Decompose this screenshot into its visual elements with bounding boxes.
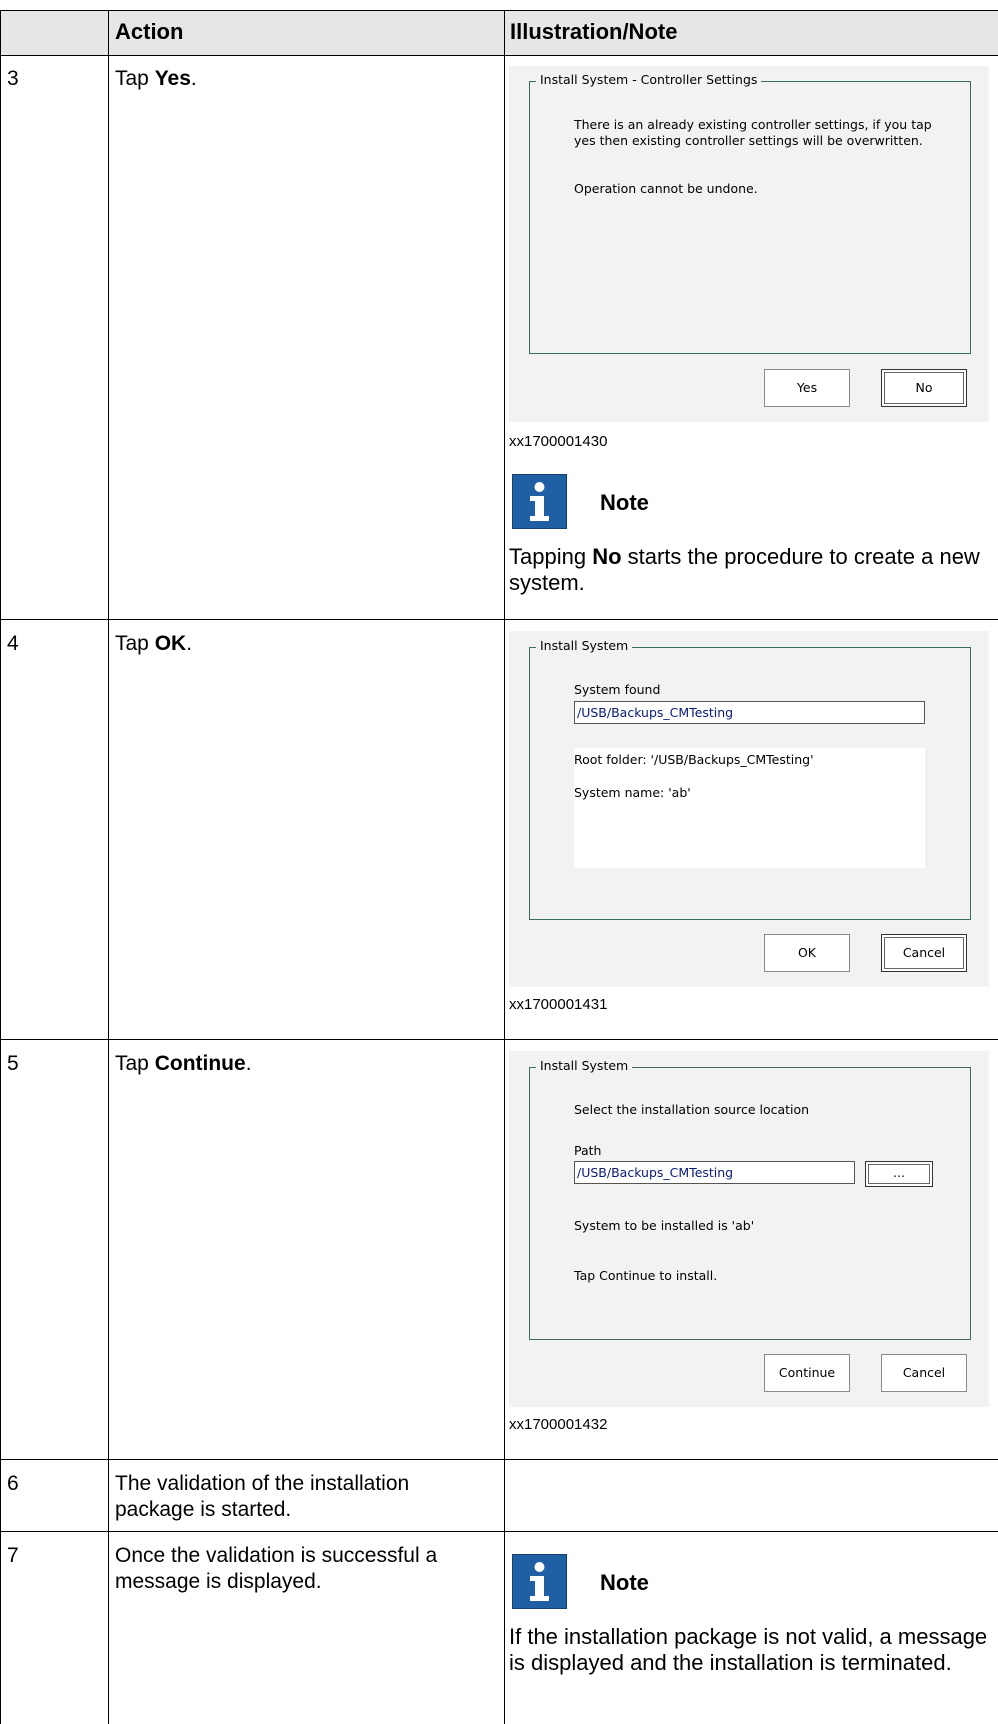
dialog-install-system-source: Install System Select the installation s… <box>509 1051 989 1407</box>
table-border <box>0 55 998 56</box>
no-button[interactable]: No <box>881 369 967 407</box>
dialog-install-system-found: Install System System found /USB/Backups… <box>509 631 989 987</box>
path-field[interactable]: /USB/Backups_CMTesting <box>574 1161 855 1184</box>
dialog-title: Install System - Controller Settings <box>536 72 762 87</box>
cancel-button[interactable]: Cancel <box>881 1354 967 1392</box>
figure-caption: xx1700001432 <box>509 1416 608 1433</box>
step-action-line: Once the validation is successful a <box>115 1544 438 1567</box>
ok-button[interactable]: OK <box>764 934 850 972</box>
path-label: Path <box>574 1143 602 1158</box>
info-icon <box>512 474 567 529</box>
note-title: Note <box>600 490 649 515</box>
dialog-message: There is an already existing controller … <box>574 117 932 132</box>
step-action-line: The validation of the installation <box>115 1472 410 1495</box>
system-name-text: System name: 'ab' <box>574 785 691 800</box>
figure-caption: xx1700001431 <box>509 996 608 1013</box>
step-action-line: message is displayed. <box>115 1570 322 1593</box>
browse-button[interactable]: ... <box>865 1161 933 1187</box>
note-title: Note <box>600 1570 649 1595</box>
step-action: Tap Continue. <box>115 1052 252 1075</box>
system-path-field[interactable]: /USB/Backups_CMTesting <box>574 701 925 724</box>
dialog-message: yes then existing controller settings wi… <box>574 133 923 148</box>
step-action-line: package is started. <box>115 1498 292 1521</box>
dialog-title: Install System <box>536 638 633 653</box>
step-number: 6 <box>7 1472 19 1495</box>
figure-caption: xx1700001430 <box>509 433 608 450</box>
table-border <box>0 619 998 620</box>
header-illustration: Illustration/Note <box>510 19 678 44</box>
step-number: 5 <box>7 1052 19 1075</box>
install-info-text: System to be installed is 'ab' <box>574 1218 755 1233</box>
continue-button[interactable]: Continue <box>764 1354 850 1392</box>
step-number: 3 <box>7 67 19 90</box>
install-instruction-text: Tap Continue to install. <box>574 1268 718 1283</box>
dialog-title: Install System <box>536 1058 633 1073</box>
table-border <box>0 1039 998 1040</box>
yes-button[interactable]: Yes <box>764 369 850 407</box>
source-location-label: Select the installation source location <box>574 1102 810 1117</box>
table-border <box>0 10 998 11</box>
table-border <box>504 10 505 1724</box>
info-icon <box>512 1554 567 1609</box>
step-number: 7 <box>7 1544 19 1567</box>
root-folder-text: Root folder: '/USB/Backups_CMTesting' <box>574 752 814 767</box>
table-border <box>108 10 109 1724</box>
note-text: Tapping No starts the procedure to creat… <box>509 544 980 595</box>
step-action: Tap Yes. <box>115 67 197 90</box>
system-found-label: System found <box>574 682 661 697</box>
step-number: 4 <box>7 632 19 655</box>
table-border <box>0 10 1 1724</box>
cancel-button[interactable]: Cancel <box>881 934 967 972</box>
step-action: Tap OK. <box>115 632 193 655</box>
table-border <box>0 1459 998 1460</box>
table-border <box>0 1531 998 1532</box>
dialog-warning: Operation cannot be undone. <box>574 181 758 196</box>
note-text: If the installation package is not valid… <box>509 1624 988 1675</box>
header-action: Action <box>115 19 184 44</box>
dialog-controller-settings: Install System - Controller Settings The… <box>509 66 989 422</box>
